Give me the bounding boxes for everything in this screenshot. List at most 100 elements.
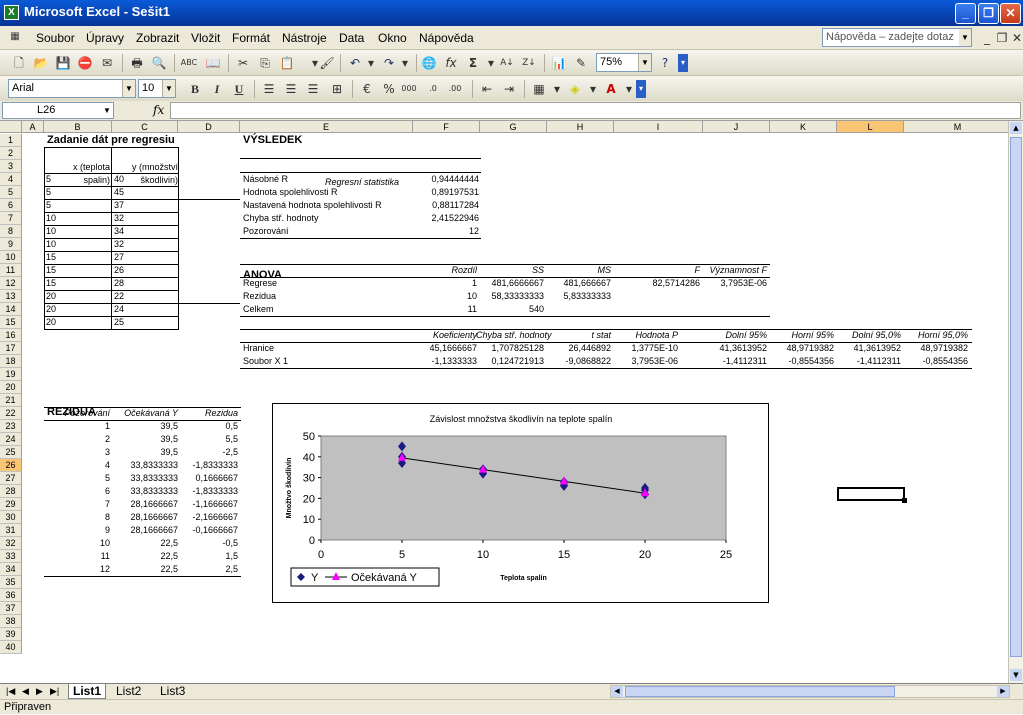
tab-list3[interactable]: List3 (156, 684, 189, 699)
row-header[interactable]: 5 (0, 186, 22, 199)
column-header-a[interactable]: A (22, 121, 44, 133)
document-icon[interactable]: ▦ (6, 28, 24, 46)
input-y-cell[interactable]: 32 (114, 212, 124, 225)
help-icon[interactable]: ? (656, 54, 674, 72)
row-header[interactable]: 33 (0, 550, 22, 563)
select-all-corner[interactable] (0, 121, 22, 133)
maximize-button[interactable]: ❐ (978, 3, 999, 24)
last-sheet-icon[interactable]: ▶| (46, 684, 63, 699)
decrease-decimal-icon[interactable]: .00 (446, 80, 464, 98)
align-left-icon[interactable]: ☰ (260, 80, 278, 98)
scroll-left-icon[interactable]: ◀ (611, 686, 623, 697)
increase-decimal-icon[interactable]: .0 (424, 80, 442, 98)
menu-nastroje[interactable]: Nástroje (282, 31, 327, 45)
chevron-down-icon[interactable]: ▼ (959, 29, 971, 46)
input-y-cell[interactable]: 25 (114, 316, 124, 329)
input-x-cell[interactable]: 5 (46, 173, 51, 186)
font-select[interactable]: Arial ▼ (8, 79, 136, 98)
open-folder-icon[interactable]: 📂 (32, 54, 50, 72)
column-header-k[interactable]: K (770, 121, 837, 133)
insert-function-icon[interactable]: fx (153, 103, 164, 117)
row-header[interactable]: 30 (0, 511, 22, 524)
row-header[interactable]: 23 (0, 420, 22, 433)
row-header[interactable]: 16 (0, 329, 22, 342)
cut-icon[interactable]: ✂ (234, 54, 252, 72)
row-header[interactable]: 15 (0, 316, 22, 329)
sort-descending-icon[interactable]: Z↓ (520, 54, 538, 72)
prev-sheet-icon[interactable]: ◀ (18, 684, 33, 699)
input-x-cell[interactable]: 20 (46, 303, 56, 316)
input-x-cell[interactable]: 10 (46, 212, 56, 225)
input-x-cell[interactable]: 10 (46, 225, 56, 238)
vertical-scroll-thumb[interactable] (1010, 137, 1022, 657)
input-y-cell[interactable]: 27 (114, 251, 124, 264)
print-icon[interactable]: 🖶 (128, 54, 146, 72)
save-icon[interactable]: 💾 (54, 54, 72, 72)
new-file-icon[interactable]: 🗋 (10, 54, 28, 72)
row-header[interactable]: 32 (0, 537, 22, 550)
row-header[interactable]: 4 (0, 173, 22, 186)
borders-dropdown-icon[interactable]: ▾ (548, 80, 566, 98)
hyperlink-icon[interactable]: 🌐 (420, 54, 438, 72)
toolbar-options-icon[interactable]: ▾ (636, 80, 646, 98)
row-header[interactable]: 9 (0, 238, 22, 251)
menu-soubor[interactable]: Soubor (36, 31, 75, 45)
input-y-cell[interactable]: 40 (114, 173, 124, 186)
input-x-cell[interactable]: 20 (46, 290, 56, 303)
column-header-h[interactable]: H (547, 121, 614, 133)
chart-container[interactable]: Závislost množstva škodlivín na teplote … (272, 403, 769, 603)
column-header-i[interactable]: I (614, 121, 703, 133)
format-painter-icon[interactable]: 🖌 (318, 54, 336, 72)
formula-input[interactable] (170, 102, 1021, 119)
menu-vlozit[interactable]: Vložit (191, 31, 220, 45)
input-y-cell[interactable]: 24 (114, 303, 124, 316)
scroll-up-icon[interactable]: ▲ (1010, 122, 1022, 134)
row-header[interactable]: 28 (0, 485, 22, 498)
spelling-icon[interactable]: ABC (180, 54, 198, 72)
undo-dropdown-icon[interactable]: ▾ (362, 54, 380, 72)
column-header-b[interactable]: B (44, 121, 112, 133)
row-header[interactable]: 37 (0, 602, 22, 615)
row-header[interactable]: 38 (0, 615, 22, 628)
merge-center-icon[interactable]: ⊞ (328, 80, 346, 98)
redo-dropdown-icon[interactable]: ▾ (396, 54, 414, 72)
input-y-cell[interactable]: 28 (114, 277, 124, 290)
input-x-cell[interactable]: 10 (46, 238, 56, 251)
input-y-cell[interactable]: 34 (114, 225, 124, 238)
row-header[interactable]: 3 (0, 160, 22, 173)
input-x-cell[interactable]: 15 (46, 251, 56, 264)
row-header[interactable]: 21 (0, 394, 22, 407)
tab-list2[interactable]: List2 (112, 684, 145, 699)
minimize-button[interactable]: _ (955, 3, 976, 24)
autosum-icon[interactable]: Σ (464, 54, 482, 72)
row-header[interactable]: 1 (0, 134, 22, 147)
row-header[interactable]: 40 (0, 641, 22, 654)
paste-icon[interactable]: 📋 (278, 54, 296, 72)
menu-data[interactable]: Data (339, 31, 364, 45)
row-header[interactable]: 17 (0, 342, 22, 355)
decrease-indent-icon[interactable]: ⇤ (478, 80, 496, 98)
zoom-select[interactable]: 75% ▼ (596, 53, 652, 72)
fill-color-icon[interactable]: ◈ (566, 80, 584, 98)
menu-zobrazit[interactable]: Zobrazit (136, 31, 179, 45)
selected-cell[interactable] (837, 487, 905, 501)
column-header-e[interactable]: E (240, 121, 413, 133)
font-color-icon[interactable]: A (602, 80, 620, 98)
input-x-cell[interactable]: 15 (46, 264, 56, 277)
copy-icon[interactable]: ⎘ (256, 54, 274, 72)
row-header[interactable]: 14 (0, 303, 22, 316)
row-header[interactable]: 36 (0, 589, 22, 602)
row-header[interactable]: 35 (0, 576, 22, 589)
align-center-icon[interactable]: ☰ (282, 80, 300, 98)
chevron-down-icon[interactable]: ▼ (122, 80, 135, 97)
input-x-cell[interactable]: 15 (46, 277, 56, 290)
row-header[interactable]: 26 (0, 459, 22, 472)
column-header-j[interactable]: J (703, 121, 770, 133)
help-search-input[interactable]: Nápověda – zadejte dotaz ▼ (822, 28, 972, 47)
row-header[interactable]: 25 (0, 446, 22, 459)
chevron-down-icon[interactable]: ▼ (162, 80, 175, 97)
next-sheet-icon[interactable]: ▶ (32, 684, 47, 699)
row-header[interactable]: 6 (0, 199, 22, 212)
row-header[interactable]: 31 (0, 524, 22, 537)
sort-ascending-icon[interactable]: A↓ (498, 54, 516, 72)
